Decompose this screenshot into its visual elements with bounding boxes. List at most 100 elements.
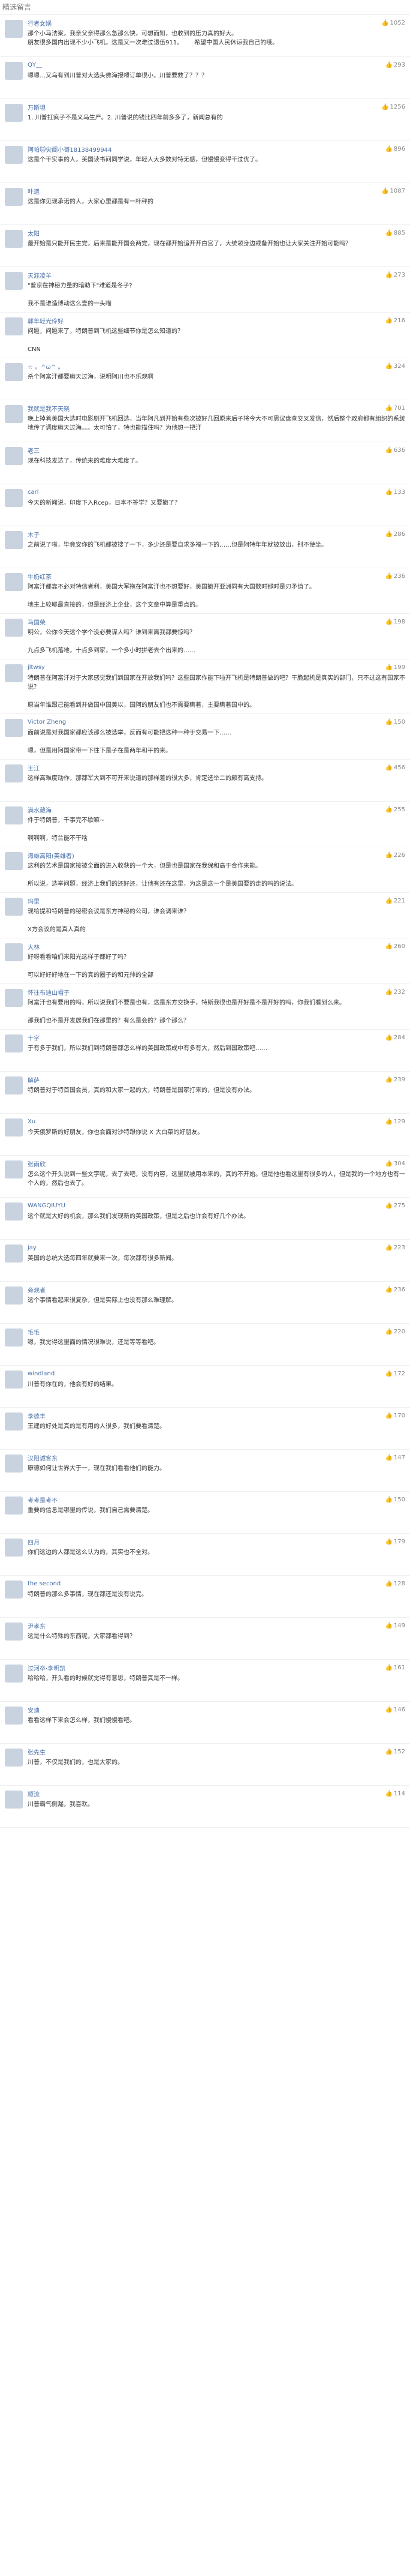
username[interactable]: 李德丰 bbox=[28, 1411, 46, 1420]
avatar[interactable] bbox=[5, 1455, 23, 1473]
like-button[interactable]: 👍 216 bbox=[385, 317, 405, 324]
like-button[interactable]: 👍 232 bbox=[385, 989, 405, 995]
avatar[interactable] bbox=[5, 1202, 23, 1220]
like-button[interactable]: 👍 170 bbox=[385, 1413, 405, 1419]
avatar[interactable] bbox=[5, 62, 23, 80]
avatar[interactable] bbox=[5, 1791, 23, 1809]
username[interactable]: 过河卒·李明凯 bbox=[28, 1663, 65, 1672]
like-button[interactable]: 👍 128 bbox=[385, 1581, 405, 1587]
like-button[interactable]: 👍 226 bbox=[385, 852, 405, 859]
username[interactable]: 郭年轻光伶好 bbox=[28, 316, 64, 325]
avatar[interactable] bbox=[5, 104, 23, 122]
like-button[interactable]: 👍 636 bbox=[385, 447, 405, 454]
avatar[interactable] bbox=[5, 1413, 23, 1431]
like-button[interactable]: 👍 324 bbox=[385, 363, 405, 370]
username[interactable]: ☆ 。^ω^ 。 bbox=[28, 362, 64, 371]
avatar[interactable] bbox=[5, 1665, 23, 1683]
username[interactable]: 太阳 bbox=[28, 229, 40, 238]
avatar[interactable] bbox=[5, 1707, 23, 1725]
avatar[interactable] bbox=[5, 573, 23, 591]
username[interactable]: 四月 bbox=[28, 1537, 40, 1546]
like-button[interactable]: 👍 152 bbox=[385, 1749, 405, 1755]
like-button[interactable]: 👍 885 bbox=[385, 230, 405, 236]
username[interactable]: 尹孝东 bbox=[28, 1621, 46, 1630]
avatar[interactable] bbox=[5, 317, 23, 335]
like-button[interactable]: 👍 284 bbox=[385, 1034, 405, 1041]
like-button[interactable]: 👍 456 bbox=[385, 764, 405, 771]
avatar[interactable] bbox=[5, 1034, 23, 1052]
username[interactable]: 毛毛 bbox=[28, 1327, 40, 1336]
like-button[interactable]: 👍 236 bbox=[385, 573, 405, 580]
avatar[interactable] bbox=[5, 188, 23, 206]
avatar[interactable] bbox=[5, 1581, 23, 1599]
like-button[interactable]: 👍 701 bbox=[385, 405, 405, 412]
avatar[interactable] bbox=[5, 619, 23, 637]
username[interactable]: 张先生 bbox=[28, 1747, 46, 1756]
avatar[interactable] bbox=[5, 1244, 23, 1262]
avatar[interactable] bbox=[5, 1076, 23, 1094]
avatar[interactable] bbox=[5, 898, 23, 916]
like-button[interactable]: 👍 273 bbox=[385, 272, 405, 278]
username[interactable]: WANGQIUYU bbox=[28, 1202, 65, 1209]
like-button[interactable]: 👍 146 bbox=[385, 1707, 405, 1713]
username[interactable]: the second bbox=[28, 1581, 61, 1587]
avatar[interactable] bbox=[5, 531, 23, 549]
like-button[interactable]: 👍 286 bbox=[385, 531, 405, 538]
like-button[interactable]: 👍 1052 bbox=[381, 20, 405, 26]
username[interactable]: 旁观者 bbox=[28, 1285, 46, 1294]
like-button[interactable]: 👍 172 bbox=[385, 1371, 405, 1377]
avatar[interactable] bbox=[5, 230, 23, 248]
like-button[interactable]: 👍 260 bbox=[385, 943, 405, 950]
avatar[interactable] bbox=[5, 1371, 23, 1389]
username[interactable]: 大林 bbox=[28, 942, 40, 951]
avatar[interactable] bbox=[5, 20, 23, 38]
avatar[interactable] bbox=[5, 1749, 23, 1767]
username[interactable]: carl bbox=[28, 489, 39, 496]
like-button[interactable]: 👍 149 bbox=[385, 1623, 405, 1629]
like-button[interactable]: 👍 150 bbox=[385, 719, 405, 725]
avatar[interactable] bbox=[5, 1329, 23, 1347]
like-button[interactable]: 👍 223 bbox=[385, 1244, 405, 1251]
username[interactable]: 天涯凌羊 bbox=[28, 271, 52, 280]
avatar[interactable] bbox=[5, 1623, 23, 1641]
like-button[interactable]: 👍 150 bbox=[385, 1497, 405, 1503]
username[interactable]: 怀往布迪山帽子 bbox=[28, 988, 70, 997]
username[interactable]: 牛奶红茶 bbox=[28, 572, 52, 581]
like-button[interactable]: 👍 1256 bbox=[381, 104, 405, 110]
like-button[interactable]: 👍 161 bbox=[385, 1665, 405, 1671]
avatar[interactable] bbox=[5, 405, 23, 423]
avatar[interactable] bbox=[5, 1118, 23, 1136]
like-button[interactable]: 👍 255 bbox=[385, 806, 405, 813]
avatar[interactable] bbox=[5, 664, 23, 682]
username[interactable]: jay bbox=[28, 1244, 37, 1251]
avatar[interactable] bbox=[5, 447, 23, 465]
like-button[interactable]: 👍 896 bbox=[385, 146, 405, 152]
like-button[interactable]: 👍 293 bbox=[385, 62, 405, 68]
like-button[interactable]: 👍 198 bbox=[385, 619, 405, 625]
username[interactable]: 十字 bbox=[28, 1033, 40, 1042]
username[interactable]: 阿帕🐱尖阁小哥18138499944 bbox=[28, 145, 111, 154]
avatar[interactable] bbox=[5, 719, 23, 737]
username[interactable]: 海雄高阳(英雄者) bbox=[28, 851, 74, 860]
like-button[interactable]: 👍 133 bbox=[385, 489, 405, 496]
username[interactable]: 考考是考不 bbox=[28, 1495, 58, 1504]
username[interactable]: jltwsy bbox=[28, 664, 45, 671]
like-button[interactable]: 👍 114 bbox=[385, 1791, 405, 1797]
username[interactable]: 马国荣 bbox=[28, 617, 46, 626]
username[interactable]: 安迪 bbox=[28, 1705, 40, 1714]
username[interactable]: Xu bbox=[28, 1118, 35, 1125]
like-button[interactable]: 👍 220 bbox=[385, 1329, 405, 1335]
like-button[interactable]: 👍 221 bbox=[385, 898, 405, 904]
avatar[interactable] bbox=[5, 989, 23, 1007]
username[interactable]: 叶遗 bbox=[28, 187, 40, 196]
avatar[interactable] bbox=[5, 363, 23, 381]
avatar[interactable] bbox=[5, 852, 23, 870]
username[interactable]: 解萨 bbox=[28, 1075, 40, 1084]
avatar[interactable] bbox=[5, 1286, 23, 1305]
like-button[interactable]: 👍 275 bbox=[385, 1202, 405, 1209]
username[interactable]: 行者女娲 bbox=[28, 19, 52, 28]
username[interactable]: 老三 bbox=[28, 446, 40, 455]
avatar[interactable] bbox=[5, 146, 23, 164]
like-button[interactable]: 👍 129 bbox=[385, 1118, 405, 1125]
avatar[interactable] bbox=[5, 272, 23, 290]
